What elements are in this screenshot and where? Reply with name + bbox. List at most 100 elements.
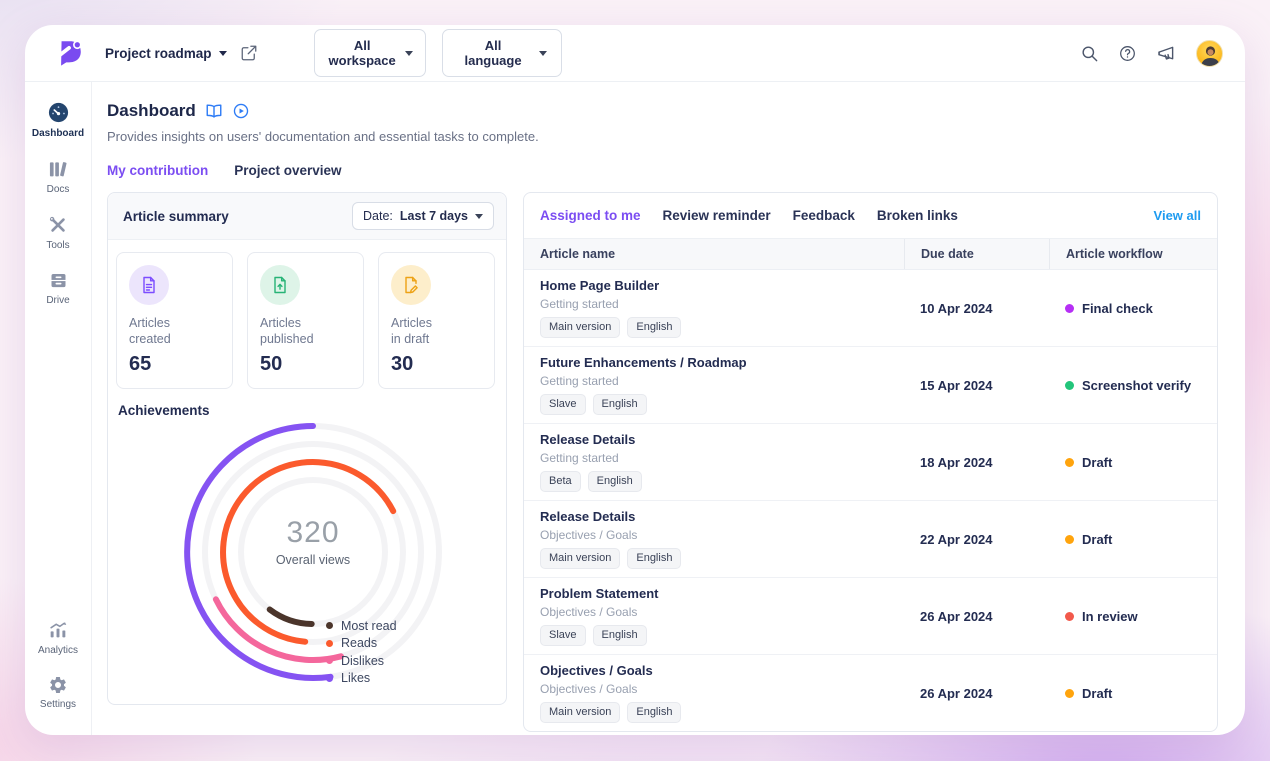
legend-label: Reads <box>341 636 377 650</box>
page-title: Dashboard <box>107 101 196 121</box>
stat-label: Articlespublished <box>260 315 351 347</box>
stat-label: Articlesin draft <box>391 315 482 347</box>
article-category: Objectives / Goals <box>540 605 888 619</box>
article-name: Future Enhancements / Roadmap <box>540 355 888 371</box>
legend-label: Dislikes <box>341 654 384 668</box>
docs-guide-button[interactable] <box>205 103 223 119</box>
chevron-down-icon <box>219 51 227 56</box>
tag-chip: Main version <box>540 317 620 338</box>
table-row[interactable]: Problem Statement Objectives / Goals Sla… <box>524 578 1217 655</box>
tasks-tab-feedback[interactable]: Feedback <box>793 208 855 223</box>
tag-chip: Beta <box>540 471 581 492</box>
status-dot <box>1065 304 1074 313</box>
sidebar-item-drive[interactable]: Drive <box>25 264 91 312</box>
help-icon <box>1118 44 1137 63</box>
tag-chip: English <box>593 394 647 415</box>
tab-project-overview[interactable]: Project overview <box>234 163 341 178</box>
sidebar-item-label: Drive <box>46 295 69 306</box>
legend-item-most-read[interactable]: Most read <box>326 617 397 635</box>
article-tags: Main version English <box>540 548 888 569</box>
table-row[interactable]: Home Page Builder Getting started Main v… <box>524 270 1217 347</box>
due-date: 15 Apr 2024 <box>904 347 1049 423</box>
language-selector[interactable]: All language <box>442 29 562 77</box>
announcement-button[interactable] <box>1156 43 1177 64</box>
tab-my-contribution[interactable]: My contribution <box>107 163 208 178</box>
workflow-status: Draft <box>1082 532 1112 547</box>
article-tags: Main version English <box>540 317 888 338</box>
app-window: Project roadmap All workspace All langua… <box>25 25 1245 735</box>
app-logo-icon <box>55 38 85 68</box>
stat-card-articles-created: Articlescreated65 <box>116 252 233 389</box>
table-row[interactable]: Future Enhancements / Roadmap Getting st… <box>524 347 1217 424</box>
status-dot <box>1065 612 1074 621</box>
announcement-icon <box>1156 43 1177 64</box>
project-selector[interactable]: Project roadmap <box>105 46 227 61</box>
status-dot <box>1065 381 1074 390</box>
legend-dot <box>326 622 333 629</box>
article-tags: Main versionEnglish <box>540 702 888 723</box>
tasks-tabs: Assigned to me Review reminder Feedback Bro… <box>524 193 1217 239</box>
article-name: Release Details <box>540 432 888 448</box>
article-category: Objectives / Goals <box>540 528 888 542</box>
due-date: 26 Apr 2024 <box>904 578 1049 654</box>
chevron-down-icon <box>539 51 547 56</box>
article-category: Getting started <box>540 374 888 388</box>
sidebar-item-label: Analytics <box>38 645 78 656</box>
stat-card-articles-in-draft: Articlesin draft30 <box>378 252 495 389</box>
sidebar-item-label: Settings <box>40 699 76 710</box>
sidebar-item-label: Tools <box>46 240 69 251</box>
tasks-tab-broken-links[interactable]: Broken links <box>877 208 958 223</box>
tasks-tab-review-reminder[interactable]: Review reminder <box>663 208 771 223</box>
article-tags: SlaveEnglish <box>540 625 888 646</box>
date-range-value: Last 7 days <box>400 209 468 223</box>
legend-item-likes[interactable]: Likes <box>326 670 397 688</box>
table-row[interactable]: Release Details Getting started BetaEngl… <box>524 424 1217 501</box>
tasks-tab-assigned-to-me[interactable]: Assigned to me <box>540 208 641 223</box>
due-date: 18 Apr 2024 <box>904 424 1049 500</box>
tools-icon <box>47 214 69 236</box>
help-button[interactable] <box>1118 44 1137 63</box>
video-guide-button[interactable] <box>232 102 250 120</box>
workflow-status: In review <box>1082 609 1138 624</box>
stats-row: Articlescreated65 Articlespublished 50 Arti… <box>116 252 498 389</box>
sidebar-item-settings[interactable]: Settings <box>25 669 91 716</box>
search-button[interactable] <box>1080 44 1099 63</box>
sidebar-item-dashboard[interactable]: Dashboard <box>25 95 91 145</box>
table-header: Article nameDue dateArticle workflow <box>524 239 1217 270</box>
sidebar-item-label: Docs <box>47 184 70 195</box>
legend-label: Likes <box>341 671 370 685</box>
article-name: Objectives / Goals <box>540 663 888 679</box>
open-external-button[interactable] <box>240 44 258 62</box>
tag-chip: English <box>627 317 681 338</box>
legend-item-dislikes[interactable]: Dislikes <box>326 652 397 670</box>
stat-value: 50 <box>260 353 351 376</box>
date-range-selector[interactable]: Date: Last 7 days <box>352 202 494 230</box>
dashboard-icon <box>47 101 70 124</box>
sidebar-item-analytics[interactable]: Analytics <box>25 613 91 662</box>
sidebar-item-docs[interactable]: Docs <box>25 152 91 201</box>
article-draft-icon <box>391 265 431 305</box>
due-date: 22 Apr 2024 <box>904 501 1049 577</box>
user-avatar[interactable] <box>1196 40 1223 67</box>
view-all-link[interactable]: View all <box>1154 208 1201 223</box>
table-row[interactable]: Objectives / Goals Objectives / Goals Ma… <box>524 655 1217 731</box>
settings-icon <box>48 675 68 695</box>
table-row[interactable]: Release Details Objectives / Goals Main … <box>524 501 1217 578</box>
tag-chip: Slave <box>540 394 586 415</box>
radial-chart-rings <box>116 420 498 696</box>
tag-chip: English <box>627 548 681 569</box>
status-dot <box>1065 458 1074 467</box>
due-date: 26 Apr 2024 <box>904 655 1049 731</box>
drive-icon <box>48 270 69 291</box>
legend-item-reads[interactable]: Reads <box>326 635 397 653</box>
search-icon <box>1080 44 1099 63</box>
article-name: Problem Statement <box>540 586 888 602</box>
top-bar: Project roadmap All workspace All langua… <box>25 25 1245 82</box>
language-selector-label: All language <box>457 38 530 68</box>
tag-chip: Main version <box>540 548 620 569</box>
sidebar-item-tools[interactable]: Tools <box>25 208 91 257</box>
legend-dot <box>326 657 333 664</box>
page-description: Provides insights on users' documentatio… <box>107 129 1218 144</box>
workspace-selector[interactable]: All workspace <box>314 29 426 77</box>
main-content: Dashboard Provides insights on users' do… <box>92 82 1245 735</box>
